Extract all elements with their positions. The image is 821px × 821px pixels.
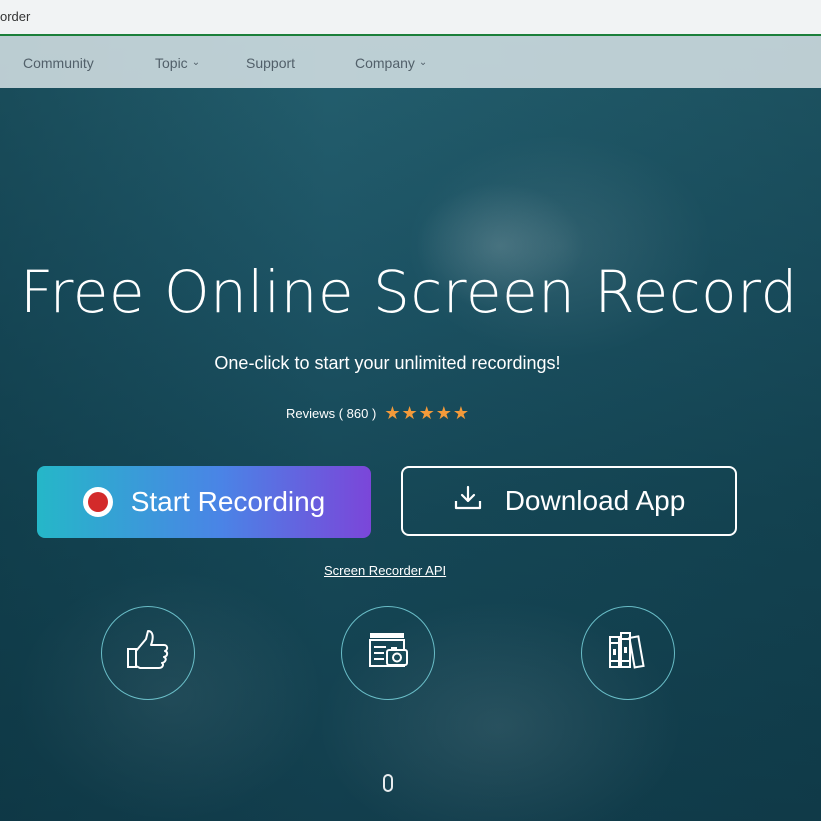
top-navbar: Community Topic ⌄ Support Company ⌄ [0, 36, 821, 88]
nav-item-label: Topic [155, 55, 188, 71]
nav-item-topic[interactable]: Topic ⌄ [155, 55, 200, 71]
nav-item-support[interactable]: Support [246, 55, 295, 71]
feature-thumbs-up [101, 606, 195, 700]
nav-item-company[interactable]: Company ⌄ [355, 55, 427, 71]
rating-stars: ★★★★★ [384, 403, 470, 423]
record-icon [82, 487, 113, 517]
feature-media [341, 606, 435, 700]
start-recording-label: Start Recording [130, 486, 326, 517]
nav-item-label: Community [23, 55, 94, 71]
download-app-label: Download App [504, 485, 686, 516]
browser-tab-strip: order [0, 0, 821, 36]
start-recording-button[interactable]: Start Recording [37, 466, 371, 538]
download-app-button[interactable]: Download App [401, 466, 737, 536]
chevron-down-icon: ⌄ [418, 56, 428, 68]
scroll-down-indicator[interactable] [383, 774, 393, 792]
chevron-down-icon: ⌄ [191, 56, 201, 68]
nav-item-community[interactable]: Community [23, 55, 94, 71]
hero-background-overlay [0, 36, 821, 821]
download-icon [453, 485, 483, 518]
reviews-count-label[interactable]: Reviews ( 860 ) [286, 406, 376, 421]
page-title: Free Online Screen Record [20, 258, 798, 326]
screen-recorder-api-link[interactable]: Screen Recorder API [324, 563, 446, 578]
feature-library [581, 606, 675, 700]
browser-tab-title[interactable]: order [0, 9, 30, 24]
nav-item-label: Company [355, 55, 415, 71]
book-library-icon [600, 623, 656, 684]
media-files-icon [360, 623, 416, 684]
thumbs-up-icon [120, 623, 176, 684]
hero-section: Community Topic ⌄ Support Company ⌄ Free… [0, 36, 821, 821]
page-subtitle: One-click to start your unlimited record… [214, 353, 561, 373]
download-icon-svg [454, 485, 481, 509]
reviews-summary: Reviews ( 860 ) ★★★★★ [286, 403, 470, 424]
nav-item-label: Support [246, 55, 296, 71]
